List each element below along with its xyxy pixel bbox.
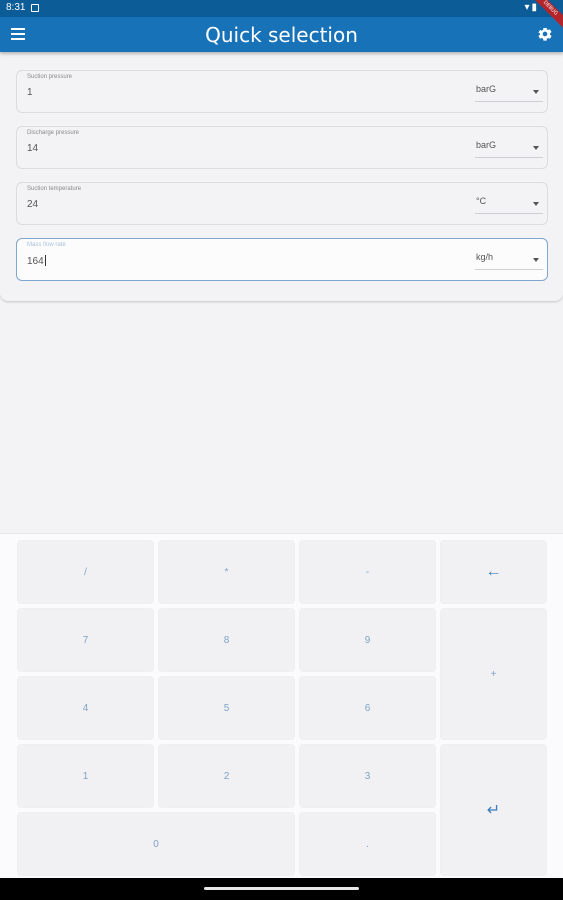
field-value[interactable]: 24 [27, 199, 38, 210]
notification-icon [31, 4, 39, 12]
numeric-keypad: / * - ← 7 8 9 + 4 5 6 1 2 3 ↵ 0 . [0, 533, 563, 878]
unit-dropdown[interactable]: °C [475, 195, 543, 214]
key-0[interactable]: 0 [17, 812, 295, 876]
field-value[interactable]: 1 [27, 87, 33, 98]
key-9[interactable]: 9 [299, 608, 436, 672]
home-indicator[interactable] [204, 887, 359, 890]
dropdown-arrow-icon [533, 90, 539, 94]
unit-label: barG [476, 84, 497, 94]
dropdown-arrow-icon [533, 258, 539, 262]
unit-dropdown[interactable]: barG [475, 83, 543, 102]
field-label: Mass flow rate [27, 242, 66, 248]
key-1[interactable]: 1 [17, 744, 154, 808]
suction-temperature-field[interactable]: Suction temperature 24 °C [16, 182, 548, 225]
field-label: Discharge pressure [27, 130, 80, 136]
backspace-key[interactable]: ← [440, 540, 547, 604]
text-caret [44, 255, 46, 266]
unit-label: kg/h [476, 252, 494, 262]
key-decimal[interactable]: . [299, 812, 436, 876]
page-title: Quick selection [205, 23, 358, 47]
field-label: Suction pressure [27, 74, 73, 80]
unit-dropdown[interactable]: barG [475, 139, 543, 158]
key-6[interactable]: 6 [299, 676, 436, 740]
discharge-pressure-field[interactable]: Discharge pressure 14 barG [16, 126, 548, 169]
gear-icon[interactable] [537, 26, 553, 42]
dropdown-arrow-icon [533, 146, 539, 150]
status-bar: 8:31 ▾▮ [0, 0, 563, 17]
field-value-with-caret[interactable]: 164 [27, 255, 46, 267]
key-7[interactable]: 7 [17, 608, 154, 672]
mass-flow-rate-field[interactable]: Mass flow rate 164 kg/h [16, 238, 548, 281]
wifi-battery-icons: ▾▮ [524, 2, 539, 13]
field-value[interactable]: 14 [27, 143, 38, 154]
key-divide[interactable]: / [17, 540, 154, 604]
key-8[interactable]: 8 [158, 608, 295, 672]
unit-label: barG [476, 140, 497, 150]
enter-key[interactable]: ↵ [440, 744, 547, 876]
input-form-card: Suction pressure 1 barG Discharge pressu… [0, 58, 563, 301]
field-value: 164 [27, 256, 44, 267]
key-plus[interactable]: + [440, 608, 547, 740]
key-multiply[interactable]: * [158, 540, 295, 604]
key-5[interactable]: 5 [158, 676, 295, 740]
key-4[interactable]: 4 [17, 676, 154, 740]
dropdown-arrow-icon [533, 202, 539, 206]
system-nav-bar [0, 878, 563, 900]
key-2[interactable]: 2 [158, 744, 295, 808]
status-time: 8:31 [6, 2, 26, 13]
suction-pressure-field[interactable]: Suction pressure 1 barG [16, 70, 548, 113]
unit-dropdown[interactable]: kg/h [475, 251, 543, 270]
key-minus[interactable]: - [299, 540, 436, 604]
field-label: Suction temperature [27, 186, 82, 192]
key-3[interactable]: 3 [299, 744, 436, 808]
unit-label: °C [476, 196, 487, 206]
app-bar: Quick selection [0, 17, 563, 52]
